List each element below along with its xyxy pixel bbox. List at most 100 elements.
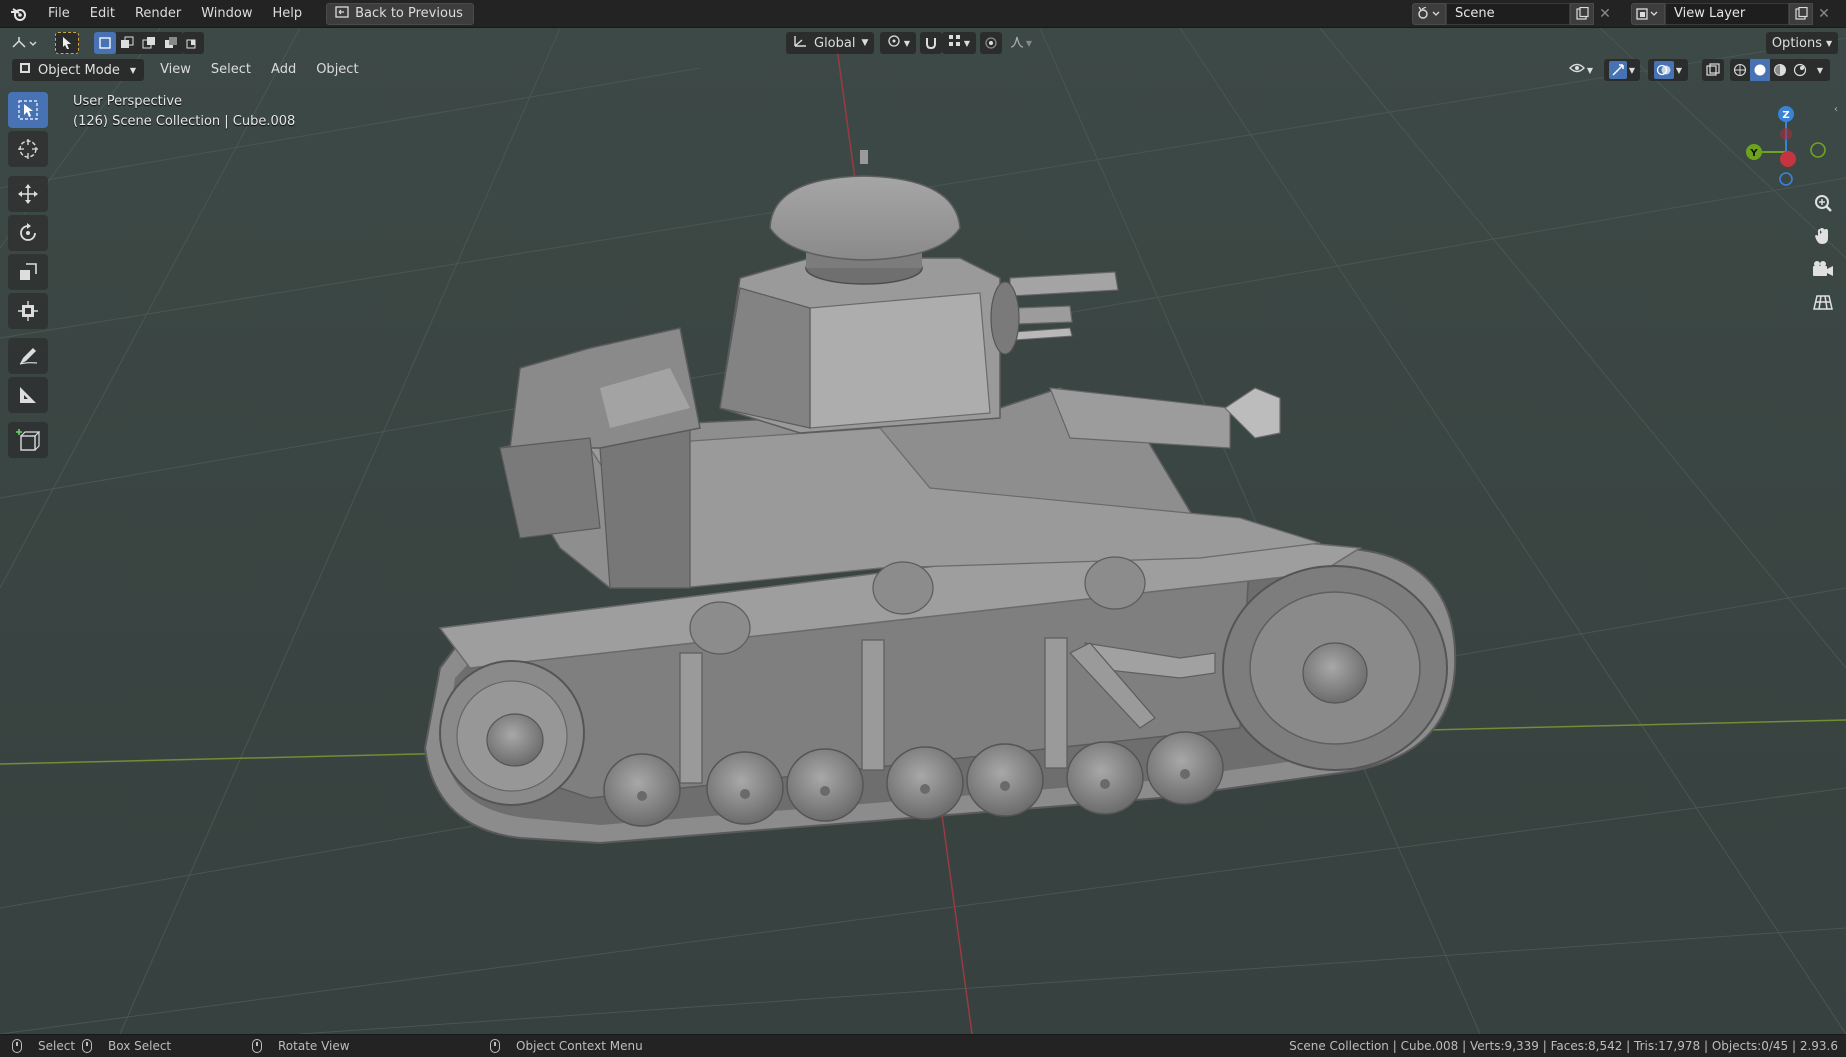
menu-add[interactable]: Add [261, 59, 306, 81]
transform-orientation-label: Global [814, 35, 856, 51]
gizmo-neg-x-dot[interactable] [1780, 128, 1792, 140]
wireframe-shading-icon[interactable] [1730, 59, 1750, 81]
object-mode-icon [18, 61, 32, 79]
navigation-gizmo[interactable]: Z Y [1732, 94, 1832, 194]
falloff-curve-icon [1010, 34, 1024, 52]
scale-tool-icon[interactable] [8, 254, 48, 290]
material-preview-shading-icon[interactable] [1770, 59, 1790, 81]
gizmo-toggle[interactable]: ▼ [1604, 59, 1640, 81]
orientation-axes-icon [792, 34, 808, 52]
menu-help[interactable]: Help [263, 0, 313, 28]
status-context-menu-hint: Object Context Menu [490, 1039, 643, 1053]
tool-shelf [8, 92, 54, 461]
status-select-label: Select [38, 1039, 76, 1053]
top-menu-bar: File Edit Render Window Help Back to Pre… [0, 0, 1846, 28]
menu-window[interactable]: Window [191, 0, 262, 28]
mouse-drag-icon [82, 1039, 92, 1053]
transform-orientation-select[interactable]: Global ▼ [786, 32, 874, 54]
gizmo-neg-z-axis[interactable] [1779, 172, 1793, 186]
object-mode-select[interactable]: Object Mode ▼ [12, 59, 145, 81]
proportional-edit-icon[interactable] [980, 32, 1002, 54]
scene-statistics: Scene Collection | Cube.008 | Verts:9,33… [1289, 1039, 1838, 1053]
view-layer-selector: View Layer ✕ [1631, 3, 1835, 25]
menu-object[interactable]: Object [306, 59, 368, 81]
annotate-tool-icon[interactable] [8, 338, 48, 374]
gizmo-x-axis[interactable] [1780, 151, 1796, 167]
gizmo-y-label: Y [1749, 148, 1758, 159]
mouse-left-icon [12, 1039, 22, 1053]
menu-edit[interactable]: Edit [80, 0, 125, 28]
chevron-down-icon: ▼ [1826, 38, 1833, 48]
move-tool-icon[interactable] [8, 176, 48, 212]
editor-type-button[interactable] [8, 32, 44, 54]
status-box-select-hint: Box Select [82, 1039, 171, 1053]
chevron-down-icon: ▼ [1628, 65, 1636, 75]
pivot-point-select[interactable]: ▼ [880, 32, 916, 54]
select-mode-invert-icon[interactable] [160, 32, 182, 54]
shading-options-chevron-down-icon[interactable]: ▼ [1810, 59, 1830, 81]
gizmo-z-label: Z [1782, 110, 1789, 121]
sidebar-toggle-chevron-left-icon[interactable]: ‹ [1834, 104, 1844, 124]
back-screen-icon [335, 5, 349, 22]
chevron-down-icon: ▼ [1586, 65, 1594, 75]
status-select-hint: Select [12, 1039, 75, 1053]
falloff-select[interactable]: ▼ [1004, 32, 1038, 54]
scene-browse-button[interactable] [1412, 3, 1446, 25]
select-tool-header-icon[interactable] [55, 32, 79, 54]
status-rotate-view-hint: Rotate View [252, 1039, 350, 1053]
chevron-down-icon: ▼ [129, 65, 137, 75]
rendered-shading-icon[interactable] [1790, 59, 1810, 81]
scene-selector: Scene ✕ [1412, 3, 1616, 25]
select-mode-subtract-icon[interactable] [138, 32, 160, 54]
menu-select[interactable]: Select [201, 59, 261, 81]
new-view-layer-button[interactable] [1789, 3, 1813, 25]
status-rotate-view-label: Rotate View [278, 1039, 350, 1053]
menu-render[interactable]: Render [125, 0, 191, 28]
select-mode-intersect-icon[interactable] [182, 32, 204, 54]
chevron-down-icon: ▼ [903, 38, 911, 48]
solid-shading-icon[interactable] [1750, 59, 1770, 81]
chevron-down-icon: ▼ [1025, 38, 1033, 48]
rotate-tool-icon[interactable] [8, 215, 48, 251]
transform-tool-icon[interactable] [8, 293, 48, 329]
xray-toggle-icon[interactable] [1702, 59, 1724, 81]
chevron-down-icon: ▼ [1675, 65, 1683, 75]
select-box-tool-icon[interactable] [8, 92, 48, 128]
visibility-select[interactable]: ▼ [1564, 59, 1598, 81]
menu-file[interactable]: File [38, 0, 80, 28]
mouse-right-icon [490, 1039, 500, 1053]
snap-grid-icon [948, 34, 962, 52]
cursor-tool-icon[interactable] [8, 131, 48, 167]
pan-hand-icon[interactable] [1810, 223, 1836, 249]
add-cube-tool-icon[interactable] [8, 422, 48, 458]
orthographic-grid-icon[interactable] [1810, 289, 1836, 315]
blender-logo-icon[interactable] [8, 3, 30, 25]
back-to-previous-label: Back to Previous [355, 6, 463, 21]
snap-target-select[interactable]: ▼ [942, 32, 976, 54]
scene-name-field[interactable]: Scene [1446, 3, 1570, 25]
new-scene-button[interactable] [1570, 3, 1594, 25]
zoom-magnifier-icon[interactable] [1810, 190, 1836, 216]
select-mode-new-icon[interactable] [94, 32, 116, 54]
chevron-down-icon: ▼ [861, 38, 869, 48]
gizmo-neg-y-axis[interactable] [1810, 142, 1826, 158]
delete-scene-icon[interactable]: ✕ [1594, 3, 1616, 25]
eye-icon [1569, 62, 1585, 78]
scene-collection-info: (126) Scene Collection | Cube.008 [73, 114, 296, 129]
view-layer-name-field[interactable]: View Layer [1665, 3, 1789, 25]
measure-tool-icon[interactable] [8, 377, 48, 413]
camera-view-icon[interactable] [1810, 256, 1836, 282]
overlays-icon [1653, 61, 1674, 79]
snap-toggle-magnet-icon[interactable] [920, 32, 942, 54]
back-to-previous-button[interactable]: Back to Previous [326, 2, 474, 25]
gizmo-icon [1608, 61, 1627, 79]
view-layer-browse-button[interactable] [1631, 3, 1665, 25]
delete-view-layer-icon[interactable]: ✕ [1813, 3, 1835, 25]
status-context-menu-label: Object Context Menu [516, 1039, 643, 1053]
viewport-header-tools: Global ▼ ▼ ▼ ▼ Options ▼ [0, 28, 1846, 58]
select-mode-extend-icon[interactable] [116, 32, 138, 54]
options-dropdown[interactable]: Options ▼ [1766, 32, 1838, 54]
overlays-toggle[interactable]: ▼ [1648, 59, 1688, 81]
3d-viewport[interactable]: Global ▼ ▼ ▼ ▼ Options ▼ Object Mode ▼ V… [0, 28, 1846, 1034]
menu-view[interactable]: View [150, 59, 201, 81]
